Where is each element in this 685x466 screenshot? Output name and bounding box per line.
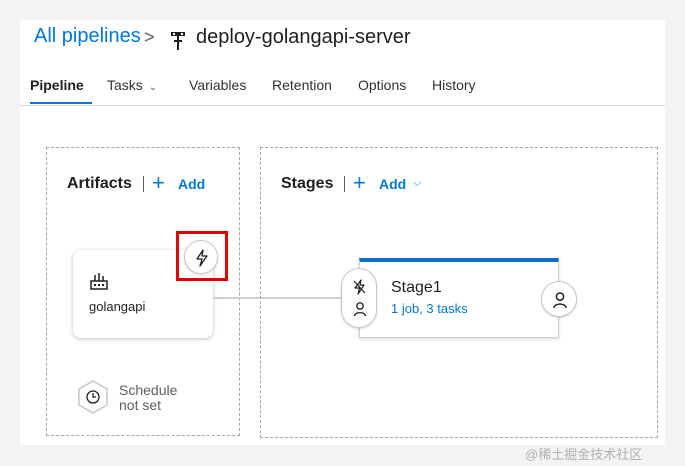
pipeline-title: deploy-golangapi-server bbox=[196, 26, 411, 48]
stage-card[interactable] bbox=[359, 258, 559, 338]
build-artifact-icon bbox=[90, 272, 108, 290]
tab-bar: Pipeline Tasks ⌄ Variables Retention Opti… bbox=[20, 74, 665, 106]
artifacts-divider bbox=[143, 176, 144, 192]
plus-icon[interactable]: + bbox=[353, 172, 366, 194]
tab-history[interactable]: History bbox=[432, 77, 476, 93]
breadcrumb-separator: > bbox=[144, 27, 155, 47]
active-tab-indicator bbox=[30, 102, 92, 104]
stage-name[interactable]: Stage1 bbox=[391, 279, 442, 297]
artifacts-heading: Artifacts bbox=[67, 175, 132, 192]
chevron-down-icon[interactable]: ⌵ bbox=[413, 177, 421, 190]
schedule-line2: not set bbox=[119, 397, 162, 413]
chevron-down-icon: ⌄ bbox=[148, 82, 158, 93]
tab-retention[interactable]: Retention bbox=[272, 77, 332, 93]
stage-summary-link[interactable]: 1 job, 3 tasks bbox=[391, 301, 468, 316]
plus-icon[interactable]: + bbox=[152, 172, 165, 194]
tab-options[interactable]: Options bbox=[358, 77, 406, 93]
lightning-icon bbox=[353, 279, 366, 295]
add-artifact-button[interactable]: Add bbox=[178, 176, 205, 192]
pipeline-icon bbox=[170, 31, 186, 51]
schedule-button[interactable] bbox=[77, 380, 109, 414]
schedule-status: Schedule not set bbox=[119, 383, 177, 413]
stages-divider bbox=[344, 176, 345, 192]
artifact-name: golangapi bbox=[89, 299, 146, 314]
person-icon bbox=[353, 302, 367, 317]
person-icon bbox=[553, 292, 567, 309]
highlight-box bbox=[176, 231, 228, 281]
all-pipelines-link[interactable]: All pipelines bbox=[34, 25, 141, 48]
tab-pipeline[interactable]: Pipeline bbox=[30, 77, 84, 93]
schedule-line1: Schedule bbox=[119, 382, 178, 398]
post-deployment-conditions-button[interactable] bbox=[541, 281, 577, 317]
stages-heading: Stages bbox=[281, 175, 334, 192]
tab-tasks[interactable]: Tasks ⌄ bbox=[107, 77, 157, 93]
watermark: @稀土掘金技术社区 bbox=[525, 447, 643, 462]
tab-tasks-label: Tasks bbox=[107, 77, 143, 93]
pre-deployment-conditions-button[interactable] bbox=[341, 268, 377, 328]
tab-variables[interactable]: Variables bbox=[189, 77, 246, 93]
add-stage-button[interactable]: Add bbox=[379, 176, 406, 192]
